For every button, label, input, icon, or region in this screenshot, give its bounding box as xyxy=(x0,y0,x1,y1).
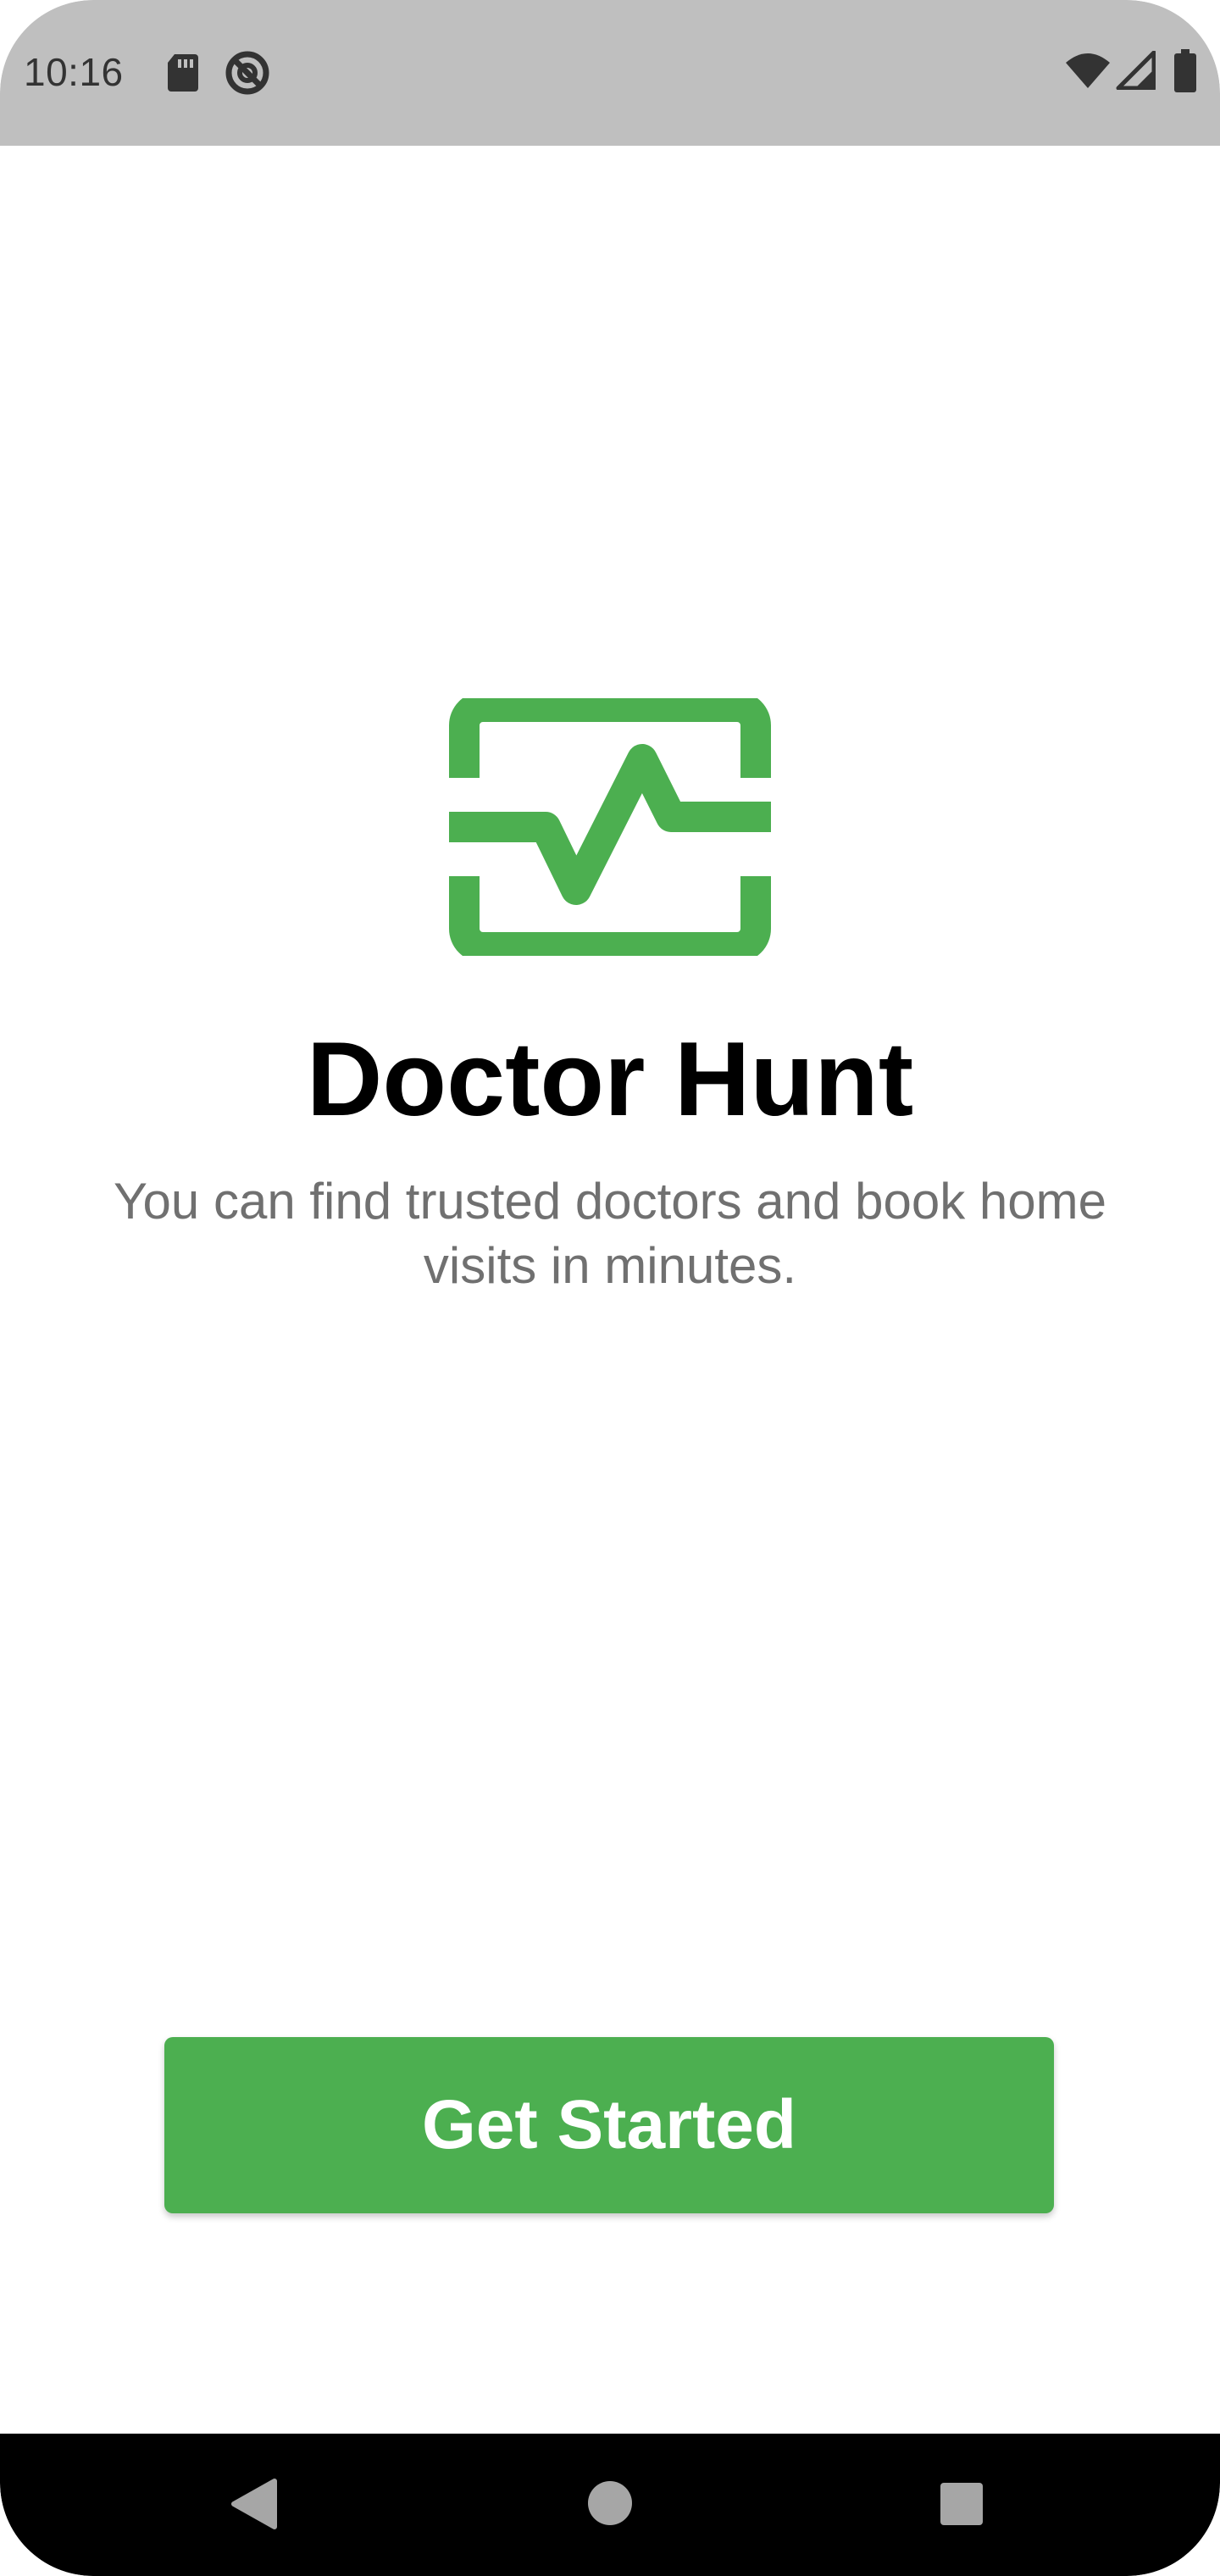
sd-card-icon xyxy=(166,53,200,97)
battery-icon xyxy=(1173,49,1198,97)
back-icon[interactable] xyxy=(230,2478,278,2534)
cell-signal-icon xyxy=(1115,50,1156,94)
navigation-bar xyxy=(0,2434,1220,2576)
app-title: Doctor Hunt xyxy=(306,1021,914,1138)
wifi-icon xyxy=(1064,51,1112,94)
recents-icon[interactable] xyxy=(939,2481,984,2531)
home-icon[interactable] xyxy=(586,2479,634,2531)
app-tagline: You can find trusted doctors and book ho… xyxy=(114,1173,1106,1294)
status-bar: 10:16 xyxy=(0,0,1220,146)
no-sync-icon xyxy=(224,49,271,101)
heart-monitor-icon xyxy=(434,691,786,963)
status-time: 10:16 xyxy=(24,50,124,94)
get-started-button[interactable]: Get Started xyxy=(164,2037,1054,2213)
phone-screen: 10:16 Doctor Hunt You can find trusted d… xyxy=(0,0,1220,2576)
